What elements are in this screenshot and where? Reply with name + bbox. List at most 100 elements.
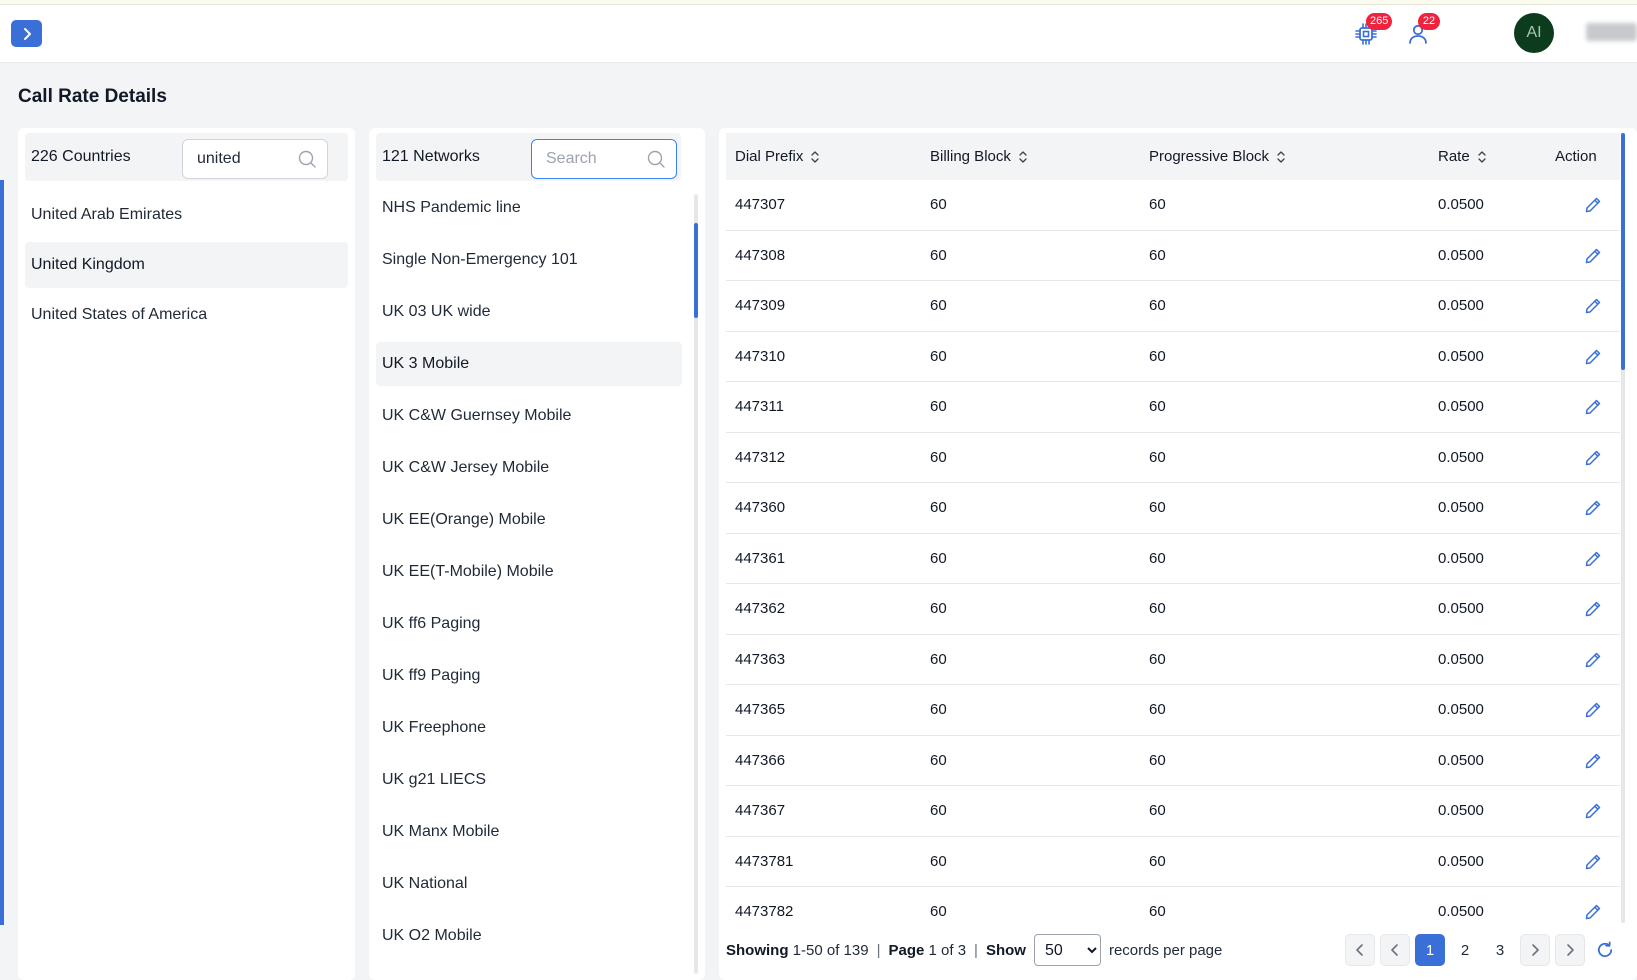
- countries-count: 226 Countries: [31, 148, 131, 165]
- dial-prefix-cell: 447309: [735, 297, 786, 314]
- progressive-block-cell: 60: [1149, 398, 1166, 415]
- progressive-block-cell: 60: [1149, 196, 1166, 213]
- edit-rate-button[interactable]: [1583, 397, 1603, 417]
- progressive-block-cell: 60: [1149, 448, 1166, 466]
- edit-rate-button[interactable]: [1583, 650, 1603, 670]
- chip-notification-button[interactable]: 265: [1349, 13, 1393, 51]
- billing-block-cell: 60: [930, 650, 947, 668]
- pencil-icon: [1585, 753, 1601, 768]
- rate-cell: 0.0500: [1438, 751, 1484, 769]
- country-search-input[interactable]: [197, 150, 297, 168]
- col-billing-block[interactable]: Billing Block: [930, 133, 1029, 180]
- networks-count: 121 Networks: [382, 148, 480, 165]
- left-accent-bar: [0, 180, 4, 925]
- network-item[interactable]: UK g21 LIECS: [376, 758, 682, 802]
- pencil-icon: [1585, 500, 1601, 516]
- edit-rate-button[interactable]: [1583, 347, 1603, 367]
- rate-cell: 0.0500: [1438, 448, 1484, 466]
- expand-sidebar-button[interactable]: [11, 20, 42, 47]
- edit-rate-button[interactable]: [1583, 549, 1603, 569]
- rate-row: 447309 60 60 0.0500: [726, 281, 1620, 332]
- network-search-input[interactable]: [546, 150, 646, 168]
- pencil-icon: [1585, 854, 1601, 869]
- pencil-icon: [1585, 803, 1601, 819]
- col-action-label: Action: [1555, 148, 1597, 165]
- rate-row: 447366 60 60 0.0500: [726, 736, 1620, 786]
- network-item[interactable]: UK ff6 Paging: [376, 602, 682, 646]
- rate-cell: 0.0500: [1438, 903, 1484, 920]
- user-notification-button[interactable]: 22: [1401, 13, 1440, 51]
- network-search-box[interactable]: [531, 139, 677, 179]
- edit-rate-button[interactable]: [1583, 448, 1603, 468]
- rate-scrollbar-thumb[interactable]: [1621, 133, 1625, 370]
- rate-table: Dial Prefix Billing Block Progressive Bl…: [726, 133, 1620, 920]
- network-item[interactable]: UK ff9 Paging: [376, 654, 682, 698]
- redacted-user-name[interactable]: [1586, 23, 1637, 41]
- col-rate[interactable]: Rate: [1438, 133, 1488, 180]
- first-page-button[interactable]: [1345, 934, 1375, 966]
- rate-table-header: Dial Prefix Billing Block Progressive Bl…: [726, 133, 1620, 180]
- rates-panel: Dial Prefix Billing Block Progressive Bl…: [719, 128, 1637, 980]
- col-dial-prefix[interactable]: Dial Prefix: [735, 133, 821, 180]
- rate-cell: 0.0500: [1438, 196, 1484, 213]
- rate-cell: 0.0500: [1438, 650, 1484, 668]
- refresh-button[interactable]: [1590, 934, 1620, 966]
- edit-rate-button[interactable]: [1583, 801, 1603, 821]
- prev-page-button[interactable]: [1380, 934, 1410, 966]
- network-item[interactable]: UK 3 Mobile: [376, 342, 682, 386]
- rate-row: 447365 60 60 0.0500: [726, 685, 1620, 736]
- last-page-button[interactable]: [1555, 934, 1585, 966]
- network-item[interactable]: UK Manx Mobile: [376, 810, 682, 854]
- network-item[interactable]: UK C&W Guernsey Mobile: [376, 394, 682, 438]
- pencil-icon: [1585, 298, 1601, 314]
- rate-cell: 0.0500: [1438, 549, 1484, 567]
- network-item[interactable]: UK National: [376, 862, 682, 906]
- network-scrollbar-thumb[interactable]: [694, 223, 698, 318]
- page-2-button[interactable]: 2: [1450, 934, 1480, 966]
- col-action: Action: [1555, 133, 1597, 180]
- network-item[interactable]: UK C&W Jersey Mobile: [376, 446, 682, 490]
- edit-rate-button[interactable]: [1583, 246, 1603, 266]
- edit-rate-button[interactable]: [1583, 599, 1603, 619]
- edit-rate-button[interactable]: [1583, 751, 1603, 771]
- showing-label: Showing: [726, 941, 789, 959]
- network-item[interactable]: UK 03 UK wide: [376, 290, 682, 334]
- network-item[interactable]: NHS Pandemic line: [376, 186, 682, 230]
- network-item[interactable]: Single Non-Emergency 101: [376, 238, 682, 282]
- col-progressive-block[interactable]: Progressive Block: [1149, 133, 1287, 180]
- pencil-icon: [1585, 904, 1601, 920]
- network-item[interactable]: UK O2 Mobile: [376, 914, 682, 958]
- billing-block-cell: 60: [930, 600, 947, 617]
- pencil-icon: [1585, 551, 1601, 566]
- edit-rate-button[interactable]: [1583, 296, 1603, 316]
- dial-prefix-cell: 4473781: [735, 852, 794, 870]
- dial-prefix-cell: 447307: [735, 196, 786, 213]
- billing-block-cell: 60: [930, 246, 947, 264]
- dial-prefix-cell: 447363: [735, 650, 786, 668]
- network-item[interactable]: UK EE(T-Mobile) Mobile: [376, 550, 682, 594]
- page-3-button[interactable]: 3: [1485, 934, 1515, 966]
- network-item[interactable]: UK Freephone: [376, 706, 682, 750]
- refresh-icon: [1597, 941, 1613, 958]
- page-buttons: 123: [1345, 934, 1620, 966]
- avatar[interactable]: AI: [1514, 13, 1554, 53]
- network-item[interactable]: UK EE(Orange) Mobile: [376, 498, 682, 542]
- progressive-block-cell: 60: [1149, 347, 1166, 365]
- col-dial-prefix-label: Dial Prefix: [735, 148, 804, 165]
- progressive-block-cell: 60: [1149, 549, 1166, 567]
- country-item[interactable]: United Kingdom: [25, 242, 348, 288]
- billing-block-cell: 60: [930, 751, 947, 769]
- edit-rate-button[interactable]: [1583, 498, 1603, 518]
- edit-rate-button[interactable]: [1583, 700, 1603, 720]
- page-1-button[interactable]: 1: [1415, 934, 1445, 966]
- edit-rate-button[interactable]: [1583, 195, 1603, 215]
- edit-rate-button[interactable]: [1583, 902, 1603, 920]
- country-search-box[interactable]: [182, 139, 328, 179]
- page-size-select[interactable]: 50: [1033, 934, 1101, 966]
- edit-rate-button[interactable]: [1583, 852, 1603, 872]
- pencil-icon: [1585, 601, 1601, 617]
- country-item[interactable]: United Arab Emirates: [25, 192, 348, 238]
- chevron-right-icon: [1532, 944, 1539, 956]
- country-item[interactable]: United States of America: [25, 292, 348, 338]
- next-page-button[interactable]: [1520, 934, 1550, 966]
